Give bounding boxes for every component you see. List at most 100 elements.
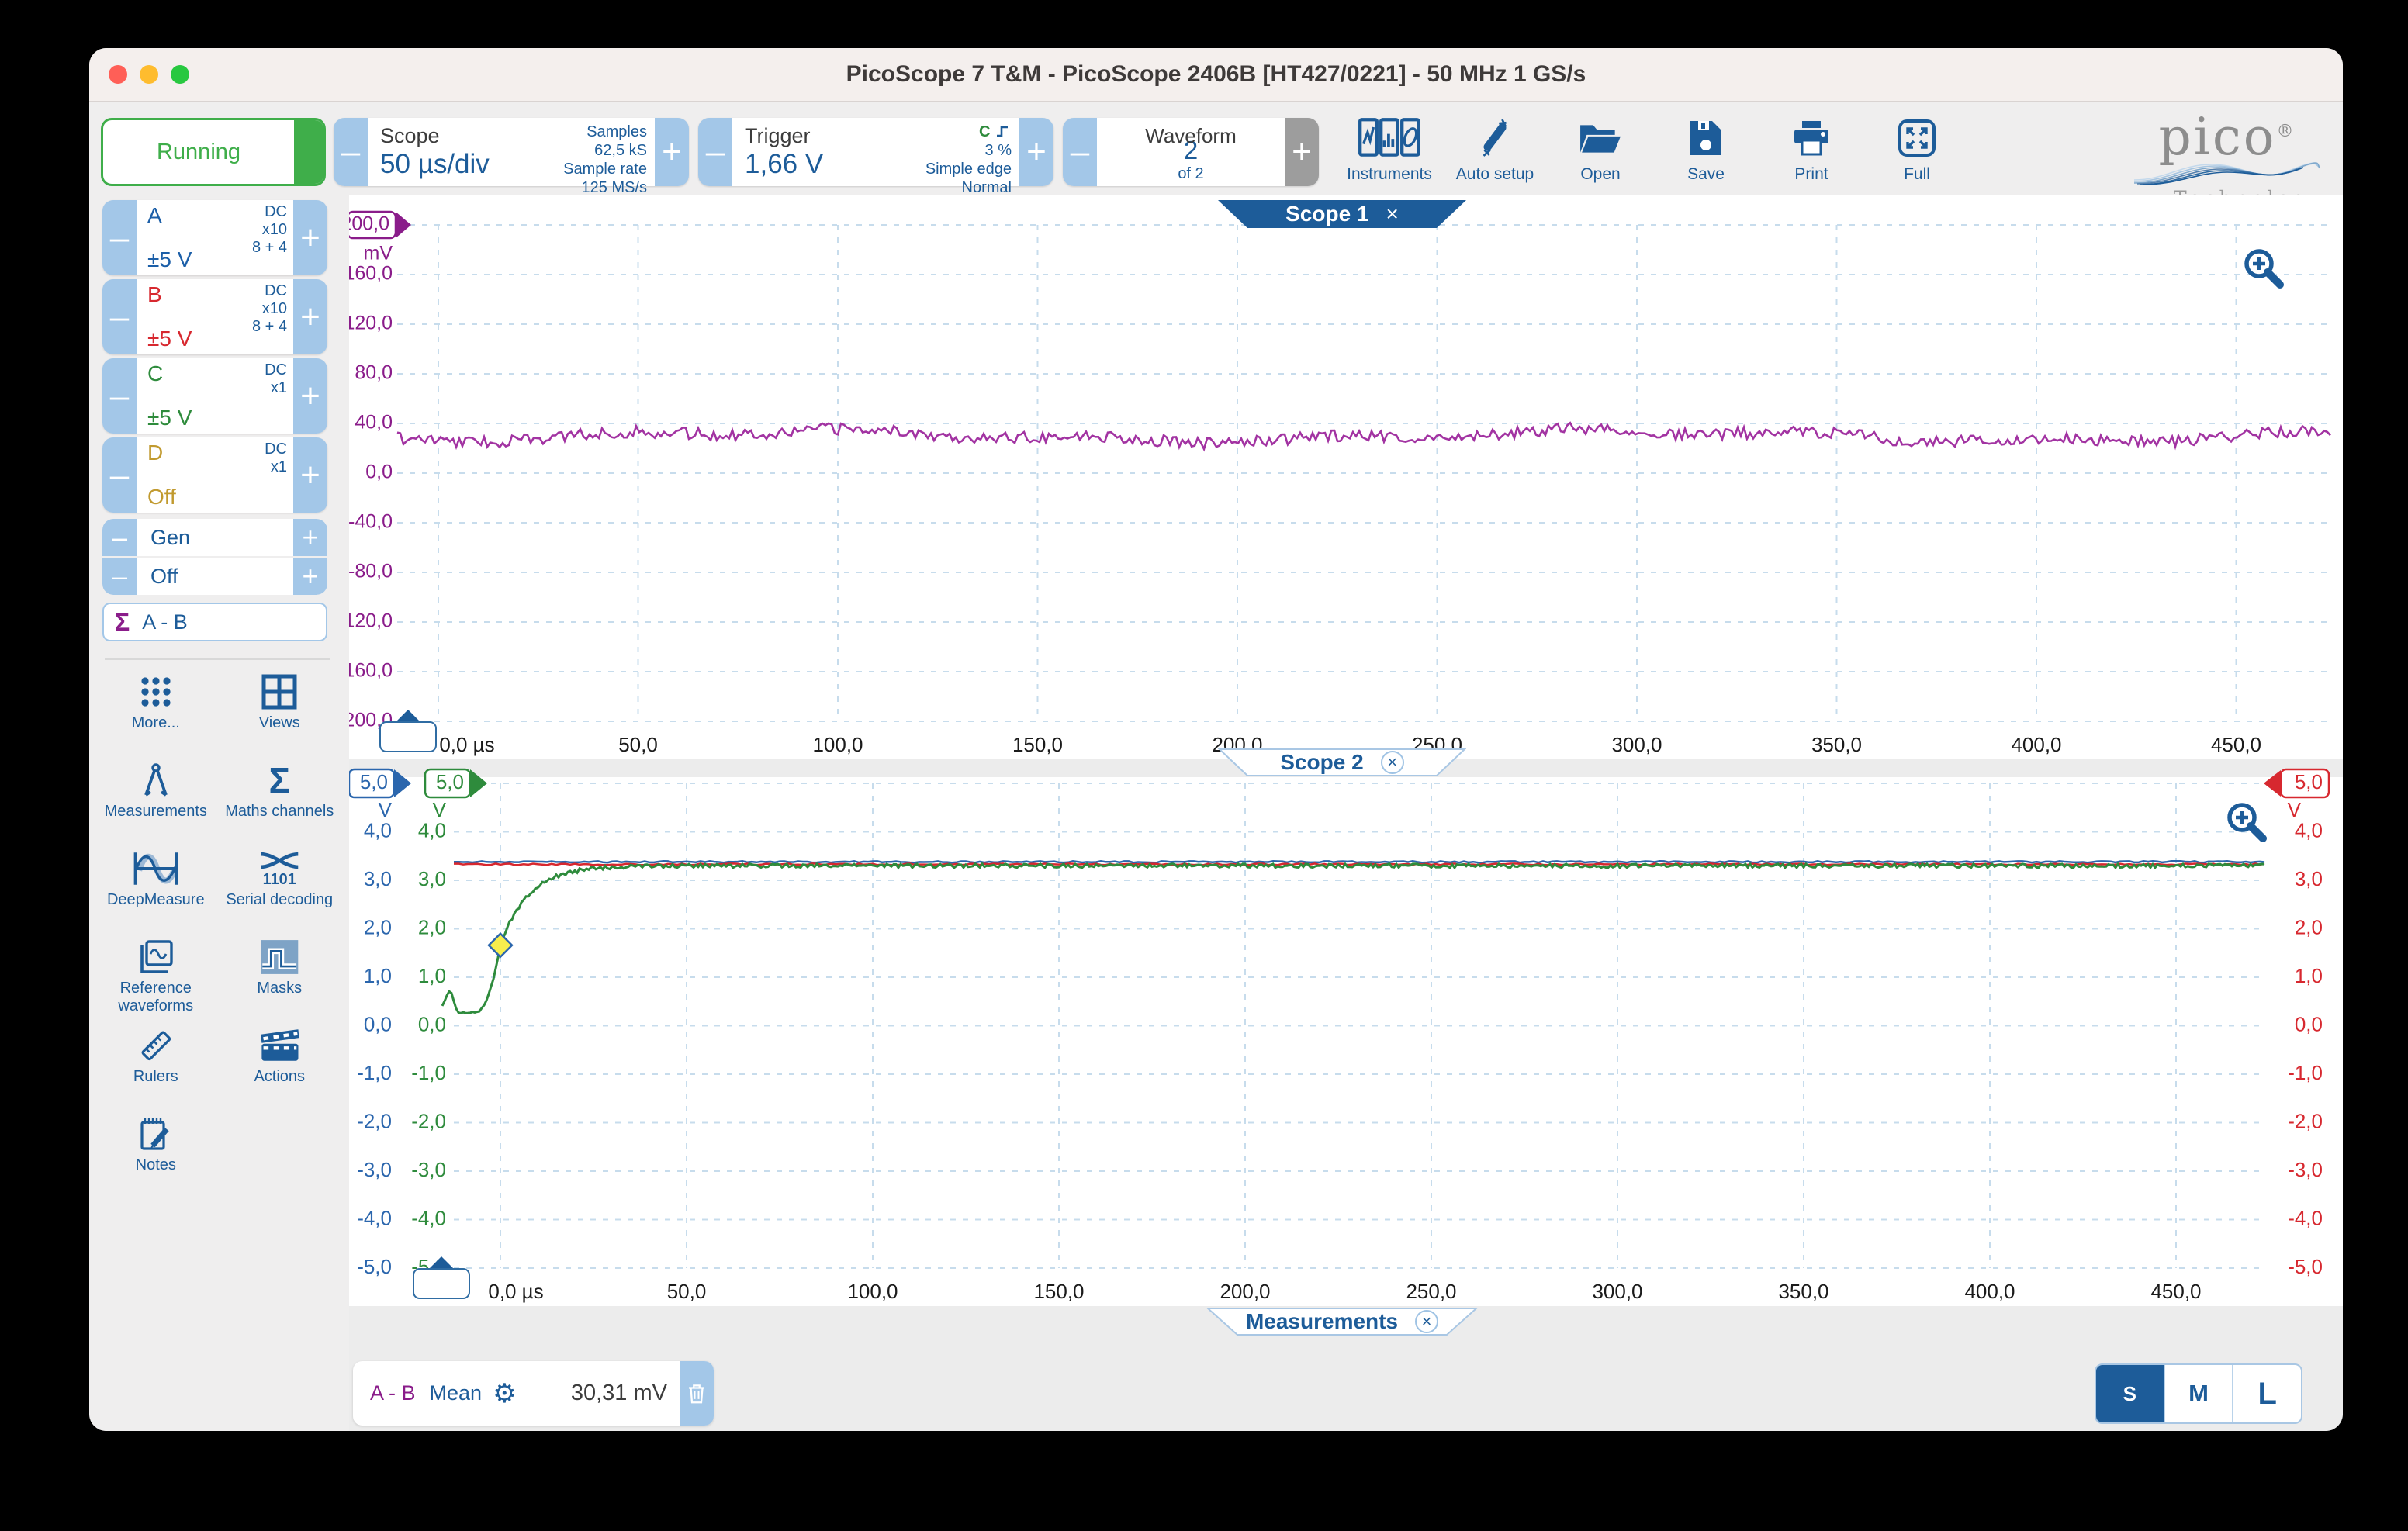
svg-text:2,0: 2,0 xyxy=(418,915,446,938)
reference-waveforms-button[interactable]: Reference waveforms xyxy=(94,939,218,1028)
svg-text:350,0: 350,0 xyxy=(1778,1280,1828,1303)
waveform-next-button[interactable]: + xyxy=(1285,118,1319,186)
notes-icon xyxy=(140,1118,169,1150)
measurements-icon xyxy=(144,763,168,797)
logo-waves xyxy=(2133,162,2321,185)
full-screen-button[interactable]: Full xyxy=(1864,116,1970,190)
channel-c-decrease-button[interactable]: – xyxy=(102,358,137,434)
serial-decoding-button[interactable]: 1101 Serial decoding xyxy=(218,851,342,939)
channel-d-row[interactable]: – D DC x1 Off + xyxy=(102,437,327,513)
masks-button[interactable]: Masks xyxy=(218,939,342,1028)
maths-channels-button[interactable]: Σ Maths channels xyxy=(218,762,342,851)
trigger-decrease-button[interactable]: – xyxy=(698,118,732,186)
channel-b-decrease-button[interactable]: – xyxy=(102,279,137,354)
svg-text:5,0: 5,0 xyxy=(436,770,464,793)
channel-a-row[interactable]: – A DC x10 8 + 4 ±5 V + xyxy=(102,200,327,275)
gen-label[interactable]: Gen xyxy=(137,519,293,556)
channel-a-increase-button[interactable]: + xyxy=(293,200,327,275)
close-measurements-icon[interactable]: × xyxy=(1415,1310,1439,1333)
waveform-indicator[interactable]: Waveform 2 of 2 xyxy=(1097,118,1285,186)
svg-text:-3,0: -3,0 xyxy=(411,1158,446,1181)
channel-coupling-info: DC x1 xyxy=(265,361,287,396)
waveform-previous-button[interactable]: – xyxy=(1063,118,1097,186)
svg-text:50,0: 50,0 xyxy=(667,1280,707,1303)
gen-decrease-button[interactable]: – xyxy=(102,519,137,556)
trigger-time-box[interactable] xyxy=(413,1268,470,1299)
scope-settings[interactable]: Scope 50 µs/div Samples 62,5 kS Sample r… xyxy=(368,118,655,196)
channel-a-settings[interactable]: A DC x10 8 + 4 ±5 V xyxy=(137,200,293,275)
measurement-row[interactable]: A - B Mean ⚙ 30,31 mV xyxy=(353,1361,714,1426)
svg-text:V: V xyxy=(379,798,393,821)
svg-text:0,0 µs: 0,0 µs xyxy=(439,733,494,756)
rulers-button[interactable]: Rulers xyxy=(94,1028,218,1116)
gen-increase-button[interactable]: + xyxy=(293,519,327,556)
channel-b-settings[interactable]: B DC x10 8 + 4 ±5 V xyxy=(137,279,293,354)
channel-range: ±5 V xyxy=(147,247,192,271)
channel-d-settings[interactable]: D DC x1 Off xyxy=(137,437,293,513)
svg-text:250,0: 250,0 xyxy=(1406,1280,1456,1303)
generator-row: – Gen + xyxy=(102,519,327,556)
svg-text:4,0: 4,0 xyxy=(418,818,446,842)
rising-edge-icon xyxy=(997,126,1008,137)
more-button[interactable]: More... xyxy=(94,674,218,762)
svg-text:2,0: 2,0 xyxy=(364,915,392,938)
delete-measurement-button[interactable] xyxy=(680,1361,714,1426)
print-button[interactable]: Print xyxy=(1759,116,1864,190)
views-button[interactable]: Views xyxy=(218,674,342,762)
save-button[interactable]: Save xyxy=(1653,116,1759,190)
size-medium-button[interactable]: M xyxy=(2165,1365,2234,1422)
trigger-settings[interactable]: Trigger 1,66 V C 3 % Simple edge Normal xyxy=(732,118,1019,196)
maths-channel-field[interactable]: Σ A - B xyxy=(102,603,327,641)
measurements-button[interactable]: Measurements xyxy=(94,762,218,851)
scope-decrease-button[interactable]: – xyxy=(334,118,368,186)
channel-d-increase-button[interactable]: + xyxy=(293,437,327,513)
channel-c-row[interactable]: – C DC x1 ±5 V + xyxy=(102,358,327,434)
size-small-button[interactable]: S xyxy=(2096,1365,2165,1422)
channel-b-row[interactable]: – B DC x10 8 + 4 ±5 V + xyxy=(102,279,327,354)
open-button[interactable]: Open xyxy=(1548,116,1653,190)
channel-b-increase-button[interactable]: + xyxy=(293,279,327,354)
trigger-increase-button[interactable]: + xyxy=(1019,118,1054,186)
svg-text:-120,0: -120,0 xyxy=(349,610,393,632)
running-button[interactable]: Running xyxy=(101,118,326,186)
channel-d-decrease-button[interactable]: – xyxy=(102,437,137,513)
toolbar-icon-buttons: Instruments Auto setup Open Save Print F… xyxy=(1337,116,1970,190)
close-scope2-icon[interactable]: × xyxy=(1380,751,1404,774)
channel-c-increase-button[interactable]: + xyxy=(293,358,327,434)
gen-off-decrease-button[interactable]: – xyxy=(102,558,137,595)
views-icon xyxy=(261,674,297,710)
trigger-info: C 3 % Simple edge Normal xyxy=(925,123,1012,196)
size-large-button[interactable]: L xyxy=(2233,1365,2301,1422)
close-scope1-icon[interactable]: × xyxy=(1386,202,1399,226)
scope-label: Scope xyxy=(380,124,440,147)
open-folder-icon xyxy=(1580,125,1621,153)
scope-plots-canvas[interactable]: 160,0 120,0 80,0 40,0 0,0 -40,0 -80,0 -120,0 -16… xyxy=(349,195,2343,1431)
auto-setup-button[interactable]: Auto setup xyxy=(1442,116,1548,190)
notes-button[interactable]: Notes xyxy=(94,1116,218,1204)
scope1-plot-area[interactable] xyxy=(349,195,2343,759)
print-icon xyxy=(1794,121,1828,156)
gen-state[interactable]: Off xyxy=(137,558,293,595)
scope-increase-button[interactable]: + xyxy=(655,118,689,186)
svg-text:-160,0: -160,0 xyxy=(349,660,393,682)
trigger-time-box[interactable] xyxy=(379,721,437,752)
tab-scope2[interactable]: Scope 2 × xyxy=(1218,748,1466,776)
scope2-plot-area[interactable] xyxy=(349,777,2343,1306)
svg-text:100,0: 100,0 xyxy=(847,1280,898,1303)
svg-text:450,0: 450,0 xyxy=(2211,733,2261,756)
channel-a-decrease-button[interactable]: – xyxy=(102,200,137,275)
gear-icon[interactable]: ⚙ xyxy=(493,1378,516,1409)
channel-c-settings[interactable]: C DC x1 ±5 V xyxy=(137,358,293,434)
instruments-button[interactable]: Instruments xyxy=(1337,116,1442,190)
trigger-level-value: 1,66 V xyxy=(745,149,824,179)
actions-button[interactable]: Actions xyxy=(218,1028,342,1116)
svg-text:-1,0: -1,0 xyxy=(357,1061,392,1084)
waveform-label: Waveform xyxy=(1145,124,1237,147)
tab-scope1[interactable]: Scope 1 × xyxy=(1218,200,1466,228)
svg-text:80,0: 80,0 xyxy=(355,362,393,384)
waveform-group: – Waveform 2 of 2 + xyxy=(1063,118,1319,186)
gen-off-increase-button[interactable]: + xyxy=(293,558,327,595)
svg-text:400,0: 400,0 xyxy=(2011,733,2061,756)
tab-measurements[interactable]: Measurements × xyxy=(1206,1308,1478,1336)
deepmeasure-button[interactable]: DeepMeasure xyxy=(94,851,218,939)
